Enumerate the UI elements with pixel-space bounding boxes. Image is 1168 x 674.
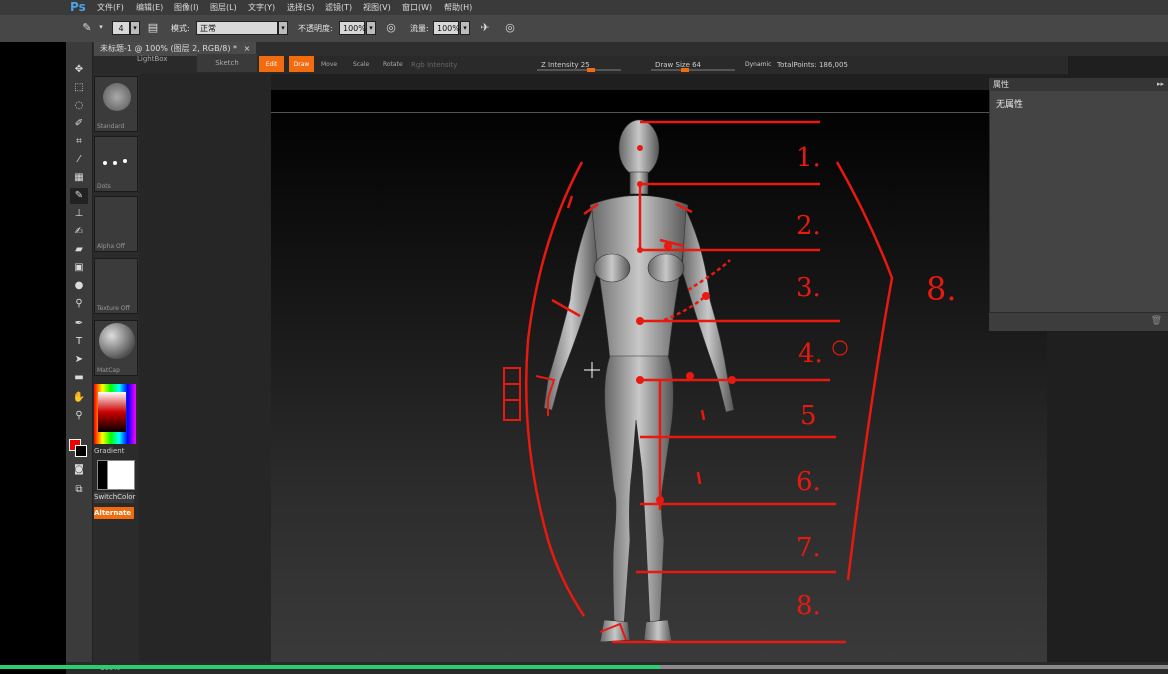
total-head-count: 8. bbox=[926, 270, 957, 308]
trash-icon[interactable]: 🗑 bbox=[1151, 316, 1162, 326]
head-count-4: 4. bbox=[798, 339, 823, 369]
hand-glyph bbox=[503, 367, 521, 421]
crosshair-cursor-icon bbox=[584, 362, 600, 378]
properties-title: 属性 bbox=[993, 80, 1009, 89]
head-count-7: 7. bbox=[796, 533, 821, 563]
properties-header: 属性 ▸▸ bbox=[989, 78, 1168, 91]
knee-tick bbox=[700, 409, 706, 421]
shin-tick bbox=[696, 471, 702, 485]
head-count-8: 8. bbox=[796, 591, 821, 621]
properties-footer: 🗑 bbox=[989, 312, 1168, 331]
progress-bar-track bbox=[660, 665, 1168, 669]
panel-collapse-icon[interactable]: ▸▸ bbox=[1157, 78, 1164, 91]
total-bracket bbox=[835, 161, 894, 581]
head-count-3: 3. bbox=[796, 273, 821, 303]
head-count-2: 2. bbox=[796, 211, 821, 241]
head-count-5: 5 bbox=[800, 401, 817, 431]
properties-panel: 无属性 bbox=[989, 78, 1168, 330]
head-count-6: 6. bbox=[796, 467, 821, 497]
cursor-ring bbox=[832, 340, 848, 356]
proportion-annotations bbox=[503, 120, 894, 644]
progress-bar-fill bbox=[0, 665, 660, 669]
properties-empty-text: 无属性 bbox=[996, 100, 1024, 110]
head-count-1: 1. bbox=[796, 143, 821, 173]
annotation-numbers: 1. 2. 3. 4. 5 6. 7. 8. 8. bbox=[796, 143, 957, 621]
